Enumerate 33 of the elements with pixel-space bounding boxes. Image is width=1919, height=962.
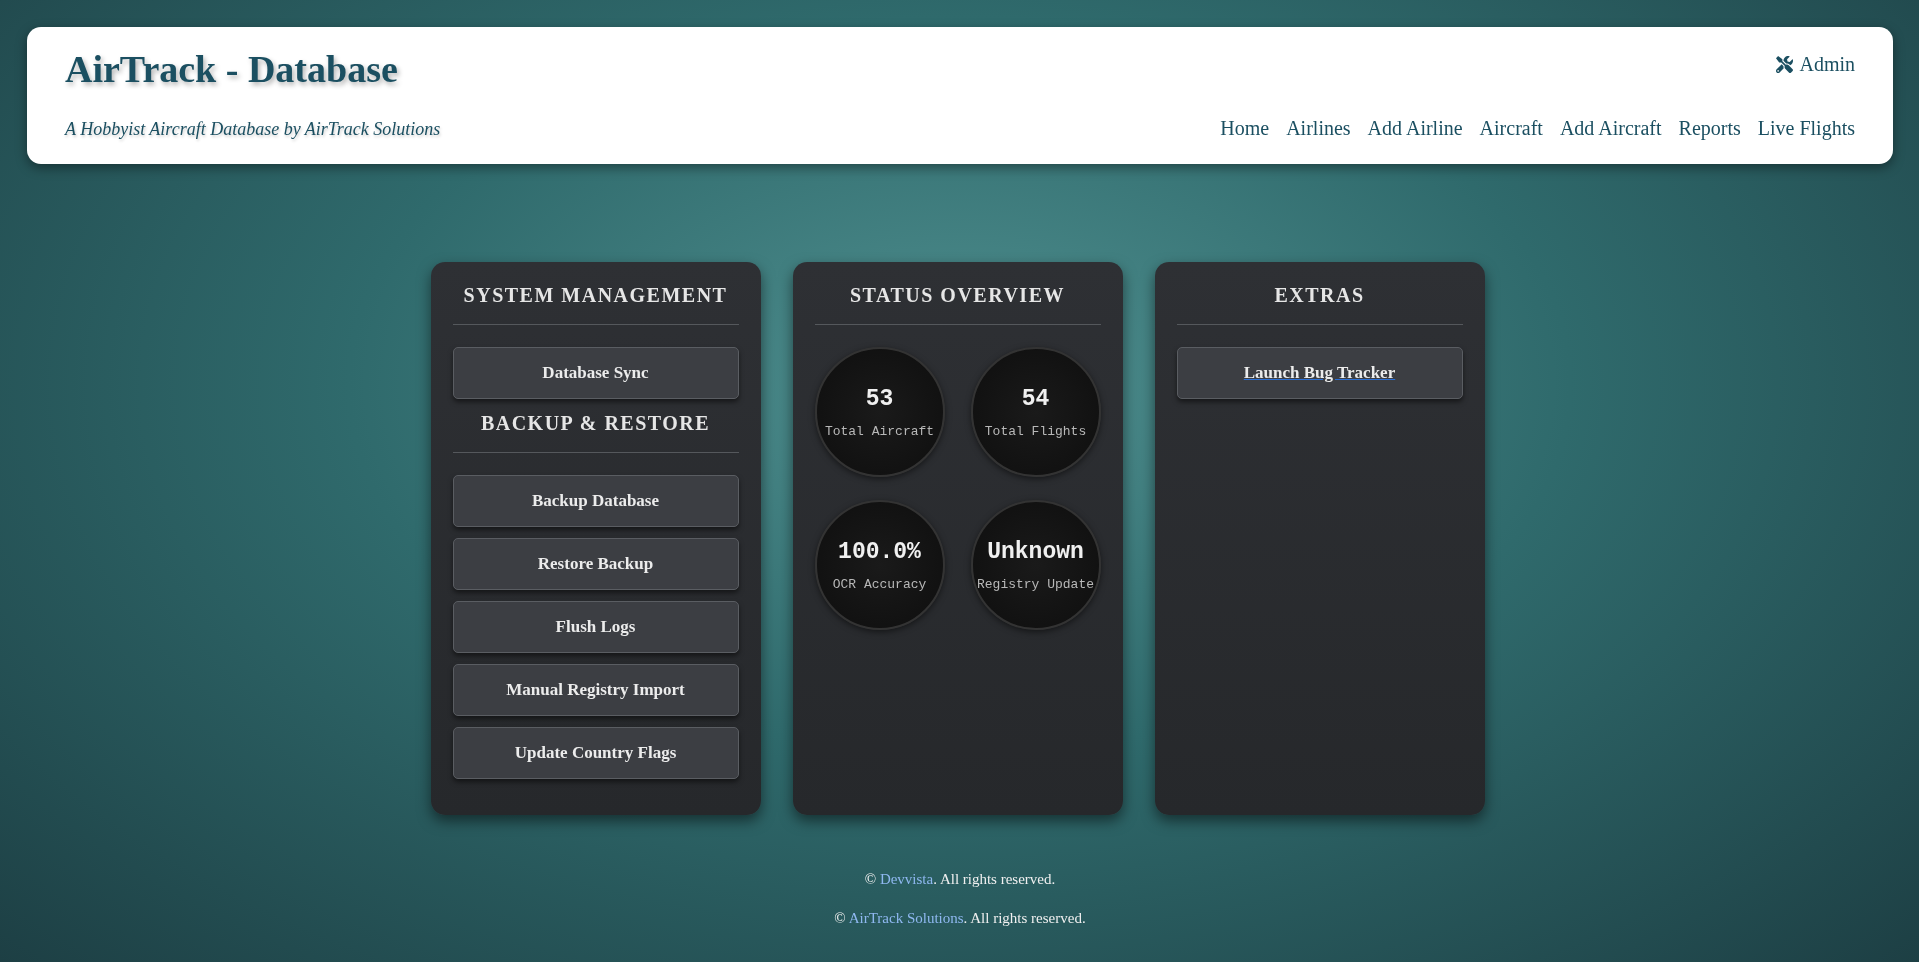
stat-label: Registry Update (977, 576, 1094, 592)
nav-link[interactable]: Add Airline (1367, 117, 1463, 140)
site-subtitle: A Hobbyist Aircraft Database by AirTrack Solutions (65, 119, 441, 141)
stat-value: 54 (1021, 385, 1050, 412)
nav-link[interactable]: Aircraft (1479, 117, 1543, 140)
stat-value: 53 (865, 385, 894, 412)
nav-link[interactable]: Home (1220, 117, 1270, 140)
action-button[interactable]: Database Sync (452, 347, 739, 399)
section-title: SYSTEM MANAGEMENT (452, 284, 739, 325)
admin-link[interactable]: Admin (1776, 47, 1855, 76)
section-title: STATUS OVERVIEW (814, 284, 1101, 325)
section-title: EXTRAS (1176, 284, 1463, 325)
link-button[interactable]: Launch Bug Tracker (1176, 347, 1463, 399)
action-button[interactable]: Backup Database (452, 475, 739, 527)
copyright-text: © Devvista. All rights reserved. (864, 871, 1056, 888)
section-title: BACKUP & RESTORE (452, 412, 739, 453)
stat-label: OCR Accuracy (832, 576, 927, 592)
action-button[interactable]: Restore Backup (452, 538, 739, 590)
stat-value: Unknown (987, 538, 1084, 565)
company-link[interactable]: AirTrack Solutions (848, 910, 964, 926)
stat-label: Total Aircraft (824, 423, 935, 439)
action-button[interactable]: Update Country Flags (452, 727, 739, 779)
nav-link[interactable]: Add Aircraft (1559, 117, 1662, 140)
site-title: AirTrack - Database (65, 47, 398, 91)
nav-link[interactable]: Live Flights (1757, 117, 1855, 140)
stat-label: Total Flights (984, 423, 1087, 439)
nav-link[interactable]: Airlines (1286, 117, 1351, 140)
nav-link[interactable]: Reports (1678, 117, 1741, 140)
tools-icon (1776, 56, 1794, 73)
copyright-text: © AirTrack Solutions. All rights reserved. (834, 910, 1086, 927)
stat-value: 100.0% (838, 538, 921, 565)
action-button[interactable]: Manual Registry Import (452, 664, 739, 716)
action-button[interactable]: Flush Logs (452, 601, 739, 653)
